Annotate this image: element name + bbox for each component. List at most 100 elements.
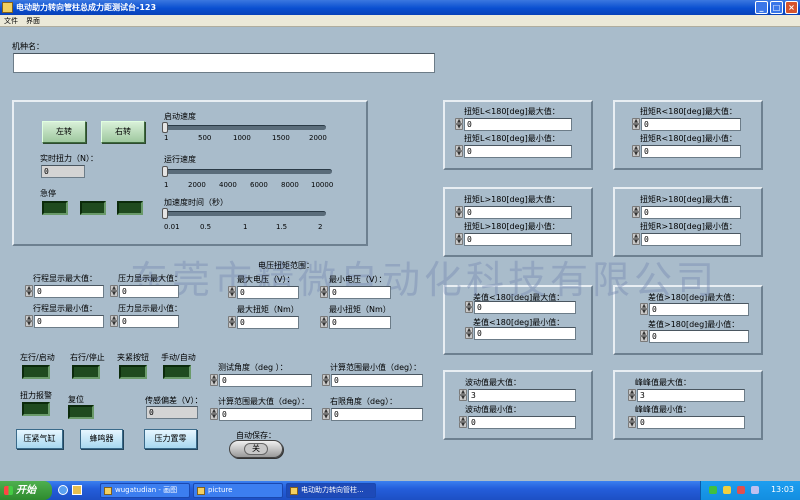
limit-spinner[interactable]: ▲ ▼	[455, 233, 463, 246]
angle-spinner[interactable]: ▲ ▼	[322, 374, 330, 387]
run-speed-slider[interactable]	[164, 169, 332, 174]
limit-input[interactable]: 3	[468, 389, 576, 402]
left-turn-button[interactable]: 左转	[42, 121, 86, 143]
angle-spinner[interactable]: ▲ ▼	[210, 408, 218, 421]
limit-spinner[interactable]: ▲ ▼	[632, 233, 640, 246]
display-input[interactable]: 0	[119, 285, 179, 298]
limit-spinner[interactable]: ▲ ▼	[455, 206, 463, 219]
limit-input[interactable]: 0	[641, 206, 741, 219]
limit-spinner[interactable]: ▲ ▼	[628, 389, 636, 402]
angle-label: 右限角度（deg）：	[330, 397, 398, 406]
range-spinner[interactable]: ▲ ▼	[228, 286, 236, 299]
limit-input[interactable]: 0	[464, 233, 572, 246]
range-label: 最小扭矩（Nm）	[329, 305, 391, 314]
display-spinner[interactable]: ▲ ▼	[110, 285, 118, 298]
angle-input[interactable]: 0	[219, 374, 312, 387]
accel-time-knob[interactable]	[162, 208, 168, 219]
limit-input[interactable]: 0	[464, 145, 572, 158]
input-method-icon[interactable]	[751, 486, 759, 494]
limit-label: 波动值最小值：	[465, 405, 521, 414]
range-input[interactable]: 0	[329, 316, 391, 329]
close-icon[interactable]: ×	[785, 1, 798, 14]
display-input[interactable]: 0	[119, 315, 179, 328]
angle-input[interactable]: 0	[219, 408, 312, 421]
task-picture[interactable]: picture	[193, 483, 283, 498]
menu-view[interactable]: 界面	[26, 16, 40, 26]
accel-time-slider[interactable]	[164, 211, 326, 216]
security-icon[interactable]	[737, 486, 745, 494]
limit-spinner[interactable]: ▲ ▼	[632, 206, 640, 219]
limit-input[interactable]: 0	[649, 303, 749, 316]
start-label: 开始	[16, 485, 36, 496]
limit-spinner[interactable]: ▲ ▼	[632, 145, 640, 158]
limit-spinner[interactable]: ▲ ▼	[465, 301, 473, 314]
limit-input[interactable]: 0	[464, 118, 572, 131]
volume-icon[interactable]	[723, 486, 731, 494]
display-input[interactable]: 0	[34, 315, 104, 328]
indicator-led-reset	[68, 405, 94, 419]
limit-spinner[interactable]: ▲ ▼	[455, 118, 463, 131]
indicator-led-left-start	[22, 365, 50, 379]
display-spinner[interactable]: ▲ ▼	[25, 315, 33, 328]
display-spinner[interactable]: ▲ ▼	[25, 285, 33, 298]
angle-input[interactable]: 0	[331, 374, 423, 387]
limit-spinner[interactable]: ▲ ▼	[640, 330, 648, 343]
angle-label: 测试角度（deg ）：	[218, 363, 288, 372]
range-input[interactable]: 0	[237, 316, 299, 329]
limit-spinner[interactable]: ▲ ▼	[455, 145, 463, 158]
browser-quicklaunch-icon[interactable]	[58, 485, 68, 495]
run-speed-knob[interactable]	[162, 166, 168, 177]
range-input[interactable]: 0	[237, 286, 299, 299]
start-speed-slider[interactable]	[164, 125, 326, 130]
display-input[interactable]: 0	[34, 285, 104, 298]
start-speed-knob[interactable]	[162, 122, 168, 133]
display-spinner[interactable]: ▲ ▼	[110, 315, 118, 328]
limit-label: 差值>180[deg]最小值：	[648, 320, 740, 329]
right-turn-button[interactable]: 右转	[101, 121, 145, 143]
angle-spinner[interactable]: ▲ ▼	[210, 374, 218, 387]
angle-input[interactable]: 0	[331, 408, 423, 421]
run-speed-tick: 6000	[250, 181, 268, 189]
limit-spinner[interactable]: ▲ ▼	[640, 303, 648, 316]
limit-input[interactable]: 0	[464, 206, 572, 219]
maximize-icon[interactable]: □	[770, 1, 783, 14]
minimize-icon[interactable]: _	[755, 1, 768, 14]
paint-icon	[104, 487, 112, 495]
range-spinner[interactable]: ▲ ▼	[320, 286, 328, 299]
limit-spinner[interactable]: ▲ ▼	[459, 389, 467, 402]
indicator-label: 右行/停止	[70, 353, 105, 362]
limit-input[interactable]: 0	[637, 416, 745, 429]
limit-spinner[interactable]: ▲ ▼	[459, 416, 467, 429]
task-paint[interactable]: wugatudian - 画图	[100, 483, 190, 498]
machine-name-input[interactable]	[13, 53, 435, 73]
limit-input[interactable]: 0	[641, 233, 741, 246]
limit-input[interactable]: 0	[649, 330, 749, 343]
limit-input[interactable]: 0	[474, 301, 576, 314]
range-input[interactable]: 0	[329, 286, 391, 299]
display-label: 行程显示最小值：	[33, 304, 97, 313]
limit-input[interactable]: 0	[641, 118, 741, 131]
start-button[interactable]: 开始	[0, 481, 52, 500]
range-spinner[interactable]: ▲ ▼	[320, 316, 328, 329]
limit-spinner[interactable]: ▲ ▼	[465, 327, 473, 340]
start-speed-tick: 2000	[309, 134, 327, 142]
buzzer-button[interactable]: 蜂鸣器	[80, 429, 123, 449]
cylinder-button[interactable]: 压紧气缸	[16, 429, 63, 449]
angle-spinner[interactable]: ▲ ▼	[322, 408, 330, 421]
task-app[interactable]: 电动助力转向管柱...	[286, 483, 376, 498]
limit-spinner[interactable]: ▲ ▼	[628, 416, 636, 429]
accel-time-tick: 2	[318, 223, 323, 231]
run-speed-tick: 8000	[281, 181, 299, 189]
pressure-zero-button[interactable]: 压力置零	[144, 429, 197, 449]
limit-input[interactable]: 0	[641, 145, 741, 158]
folder-quicklaunch-icon[interactable]	[72, 485, 82, 495]
limit-input[interactable]: 3	[637, 389, 745, 402]
network-icon[interactable]	[709, 486, 717, 494]
autosave-toggle[interactable]: 关	[229, 440, 283, 458]
limit-spinner[interactable]: ▲ ▼	[632, 118, 640, 131]
limit-input[interactable]: 0	[468, 416, 576, 429]
range-spinner[interactable]: ▲ ▼	[228, 316, 236, 329]
indicator-led-manual-auto	[163, 365, 191, 379]
menu-file[interactable]: 文件	[4, 16, 18, 26]
limit-input[interactable]: 0	[474, 327, 576, 340]
